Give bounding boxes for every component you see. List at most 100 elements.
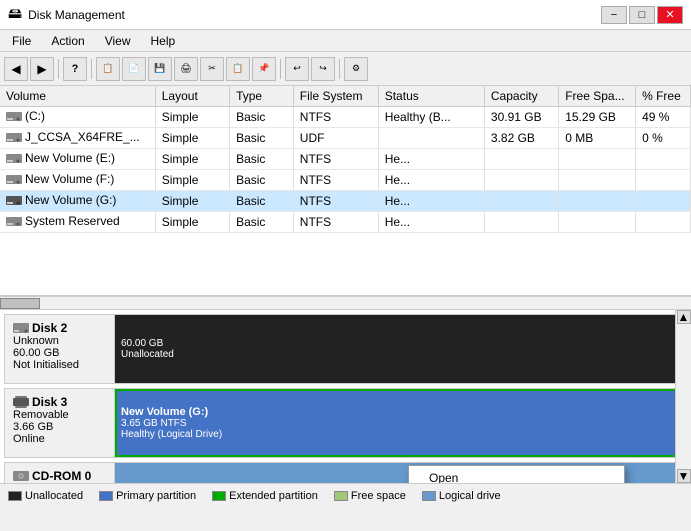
drive-icon [6,152,22,164]
col-pct[interactable]: % Free [636,86,691,107]
toolbar-sep-3 [280,59,281,79]
disk3-status: Online [13,433,106,445]
toolbar-btn-5[interactable]: 💾 [148,57,172,81]
menu-help[interactable]: Help [143,32,184,50]
menu-file[interactable]: File [4,32,39,50]
minimize-button[interactable]: − [601,6,627,24]
cdrom0-title: CD-ROM 0 [32,469,91,483]
table-row[interactable]: System Reserved Simple Basic NTFS He... [0,212,691,233]
disk2-icon [13,321,29,335]
table-row[interactable]: New Volume (G:) Simple Basic NTFS He... [0,191,691,212]
table-row[interactable]: (C:) Simple Basic NTFS Healthy (B... 30.… [0,107,691,128]
legend-unallocated: Unallocated [8,490,83,502]
disk2-content: 60.00 GB Unallocated [115,315,686,383]
legend-logical: Logical drive [422,490,501,502]
disk2-partition[interactable]: 60.00 GB Unallocated [115,315,686,383]
disk2-type: Unknown [13,335,106,347]
ctx-open[interactable]: Open [409,466,624,483]
vertical-scrollbar[interactable]: ▲ ▼ [675,310,691,483]
context-menu: Open Explore Change Drive Letter and Pat… [408,465,625,483]
disk3-label: Disk 3 Removable 3.66 GB Online [5,389,115,457]
cdrom0-icon [13,469,29,483]
legend-free: Free space [334,490,406,502]
back-button[interactable]: ◀ [4,57,28,81]
disk2-label: Disk 2 Unknown 60.00 GB Not Initialised [5,315,115,383]
col-filesystem[interactable]: File System [293,86,378,107]
scrollbar-thumb[interactable] [0,298,40,309]
toolbar-sep-4 [339,59,340,79]
disk2-partition-label: 60.00 GB [121,338,678,349]
scroll-down-button[interactable]: ▼ [677,469,691,483]
legend-primary-label: Primary partition [116,490,196,502]
col-type[interactable]: Type [230,86,294,107]
col-free[interactable]: Free Spa... [559,86,636,107]
help-toolbar-button[interactable]: ? [63,57,87,81]
disk-table: Volume Layout Type File System Status Ca… [0,86,691,233]
legend-primary-box [99,491,113,501]
toolbar-btn-9[interactable]: 📌 [252,57,276,81]
maximize-button[interactable]: □ [629,6,655,24]
toolbar-sep-2 [91,59,92,79]
toolbar-btn-7[interactable]: ✂ [200,57,224,81]
forward-button[interactable]: ▶ [30,57,54,81]
toolbar-btn-3[interactable]: 📋 [96,57,120,81]
disk-panels: Disk 2 Unknown 60.00 GB Not Initialised … [0,310,691,483]
toolbar-btn-8[interactable]: 📋 [226,57,250,81]
cdrom0-label: CD-ROM 0 [5,463,115,483]
col-capacity[interactable]: Capacity [484,86,558,107]
legend-free-box [334,491,348,501]
table-row[interactable]: J_CCSA_X64FRE_... Simple Basic UDF 3.82 … [0,128,691,149]
legend-unallocated-label: Unallocated [25,490,83,502]
table-row[interactable]: New Volume (F:) Simple Basic NTFS He... [0,170,691,191]
scroll-up-button[interactable]: ▲ [677,310,691,324]
toolbar-btn-11[interactable]: ↪ [311,57,335,81]
drive-icon [6,131,22,143]
disk3-partition-volume: New Volume (G:) [121,406,678,418]
legend: Unallocated Primary partition Extended p… [0,483,691,507]
disk3-partition-size: 3.65 GB NTFS [121,418,678,429]
window-title: Disk Management [28,8,125,22]
scrollbar-track [0,297,691,309]
disk3-partition[interactable]: New Volume (G:) 3.65 GB NTFS Healthy (Lo… [115,389,686,457]
toolbar-btn-10[interactable]: ↩ [285,57,309,81]
col-layout[interactable]: Layout [155,86,229,107]
legend-unallocated-box [8,491,22,501]
toolbar-sep-1 [58,59,59,79]
legend-free-label: Free space [351,490,406,502]
disk2-size: 60.00 GB [13,347,106,359]
table-area: Volume Layout Type File System Status Ca… [0,86,691,296]
app-icon: 🖴 [8,3,22,27]
col-volume[interactable]: Volume [0,86,155,107]
title-bar-left: 🖴 Disk Management [8,3,125,27]
disk2-row: Disk 2 Unknown 60.00 GB Not Initialised … [4,314,687,384]
window-controls: − □ ✕ [601,6,683,24]
toolbar: ◀ ▶ ? 📋 📄 💾 🖨 ✂ 📋 📌 ↩ ↪ ⚙ [0,52,691,86]
legend-extended-box [212,491,226,501]
disk3-title: Disk 3 [32,395,67,409]
legend-logical-box [422,491,436,501]
disk2-partition-type: Unallocated [121,349,678,360]
toolbar-btn-6[interactable]: 🖨 [174,57,198,81]
close-button[interactable]: ✕ [657,6,683,24]
disk2-status: Not Initialised [13,359,106,371]
horizontal-scrollbar[interactable] [0,296,691,310]
col-status[interactable]: Status [378,86,484,107]
menu-view[interactable]: View [97,32,139,50]
disk3-icon [13,395,29,409]
table-row[interactable]: New Volume (E:) Simple Basic NTFS He... [0,149,691,170]
disk3-size: 3.66 GB [13,421,106,433]
drive-icon [6,110,22,122]
toolbar-btn-4[interactable]: 📄 [122,57,146,81]
disk3-content: New Volume (G:) 3.65 GB NTFS Healthy (Lo… [115,389,686,457]
legend-extended: Extended partition [212,490,318,502]
menu-action[interactable]: Action [43,32,92,50]
disk3-row: Disk 3 Removable 3.66 GB Online New Volu… [4,388,687,458]
legend-extended-label: Extended partition [229,490,318,502]
toolbar-btn-12[interactable]: ⚙ [344,57,368,81]
disk2-title: Disk 2 [32,321,67,335]
drive-icon [6,194,22,206]
legend-primary: Primary partition [99,490,196,502]
menu-bar: File Action View Help [0,30,691,52]
drive-icon [6,173,22,185]
drive-icon [6,215,22,227]
